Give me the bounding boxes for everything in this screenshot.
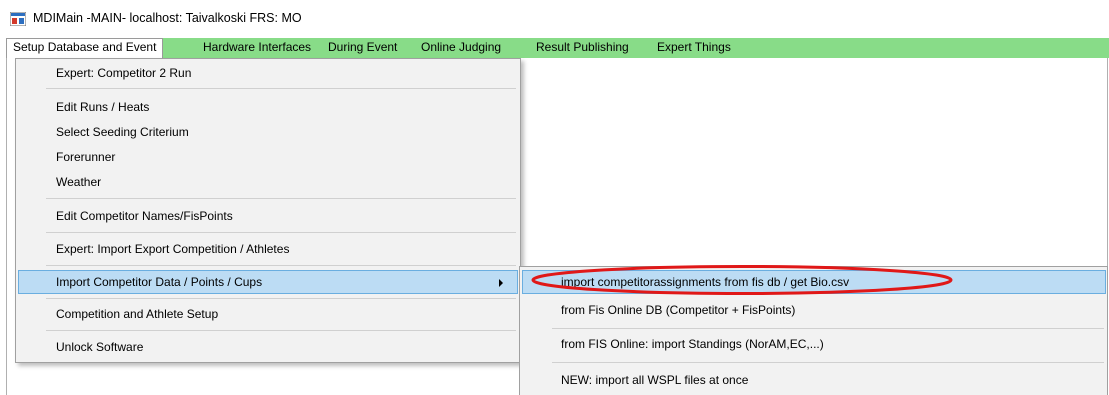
menu-item-import-competitor-data-label: Import Competitor Data / Points / Cups	[56, 275, 263, 289]
menu-separator	[46, 88, 516, 89]
menu-expert-things[interactable]: Expert Things	[651, 38, 737, 58]
submenu-item-import-all-wspl[interactable]: NEW: import all WSPL files at once	[522, 368, 1106, 392]
menu-separator	[552, 362, 1104, 363]
menu-separator	[552, 328, 1104, 329]
menu-separator	[46, 232, 516, 233]
menu-setup-database-and-event[interactable]: Setup Database and Event	[6, 38, 164, 58]
app-window-icon	[10, 12, 26, 26]
menu-item-import-competitor-data[interactable]: Import Competitor Data / Points / Cups	[18, 270, 518, 294]
menu-item-expert-import-export[interactable]: Expert: Import Export Competition / Athl…	[18, 237, 518, 261]
submenu-item-import-standings[interactable]: from FIS Online: import Standings (NorAM…	[522, 332, 1106, 356]
menu-item-weather[interactable]: Weather	[18, 170, 518, 194]
submenu-arrow-icon	[499, 279, 503, 287]
submenu-item-import-competitorassignments[interactable]: import competitorassignments from fis db…	[522, 270, 1106, 294]
menu-item-forerunner[interactable]: Forerunner	[18, 145, 518, 169]
submenu-item-from-fis-online-db[interactable]: from Fis Online DB (Competitor + FisPoin…	[522, 298, 1106, 322]
menu-item-edit-competitor-names[interactable]: Edit Competitor Names/FisPoints	[18, 204, 518, 228]
menu-separator	[46, 265, 516, 266]
menu-item-edit-runs-heats[interactable]: Edit Runs / Heats	[18, 95, 518, 119]
import-competitor-data-submenu: import competitorassignments from fis db…	[519, 266, 1108, 395]
mdi-client-border-left	[6, 58, 7, 395]
menu-result-publishing[interactable]: Result Publishing	[530, 38, 635, 58]
window-title: MDIMain -MAIN- localhost: Taivalkoski FR…	[33, 11, 302, 25]
menu-item-competition-and-athlete-setup[interactable]: Competition and Athlete Setup	[18, 302, 518, 326]
menu-separator	[46, 330, 516, 331]
menu-bar: Setup Database and Event Hardware Interf…	[6, 38, 1109, 58]
title-bar: MDIMain -MAIN- localhost: Taivalkoski FR…	[0, 0, 1109, 38]
menu-online-judging[interactable]: Online Judging	[415, 38, 507, 58]
setup-database-dropdown: Expert: Competitor 2 Run Edit Runs / Hea…	[15, 58, 521, 363]
menu-separator	[46, 298, 516, 299]
menu-during-event[interactable]: During Event	[322, 38, 403, 58]
menu-item-unlock-software[interactable]: Unlock Software	[18, 335, 518, 359]
menu-item-expert-competitor-2-run[interactable]: Expert: Competitor 2 Run	[18, 61, 518, 85]
menu-item-select-seeding-criterium[interactable]: Select Seeding Criterium	[18, 120, 518, 144]
menu-hardware-interfaces[interactable]: Hardware Interfaces	[197, 38, 317, 58]
menu-separator	[46, 198, 516, 199]
